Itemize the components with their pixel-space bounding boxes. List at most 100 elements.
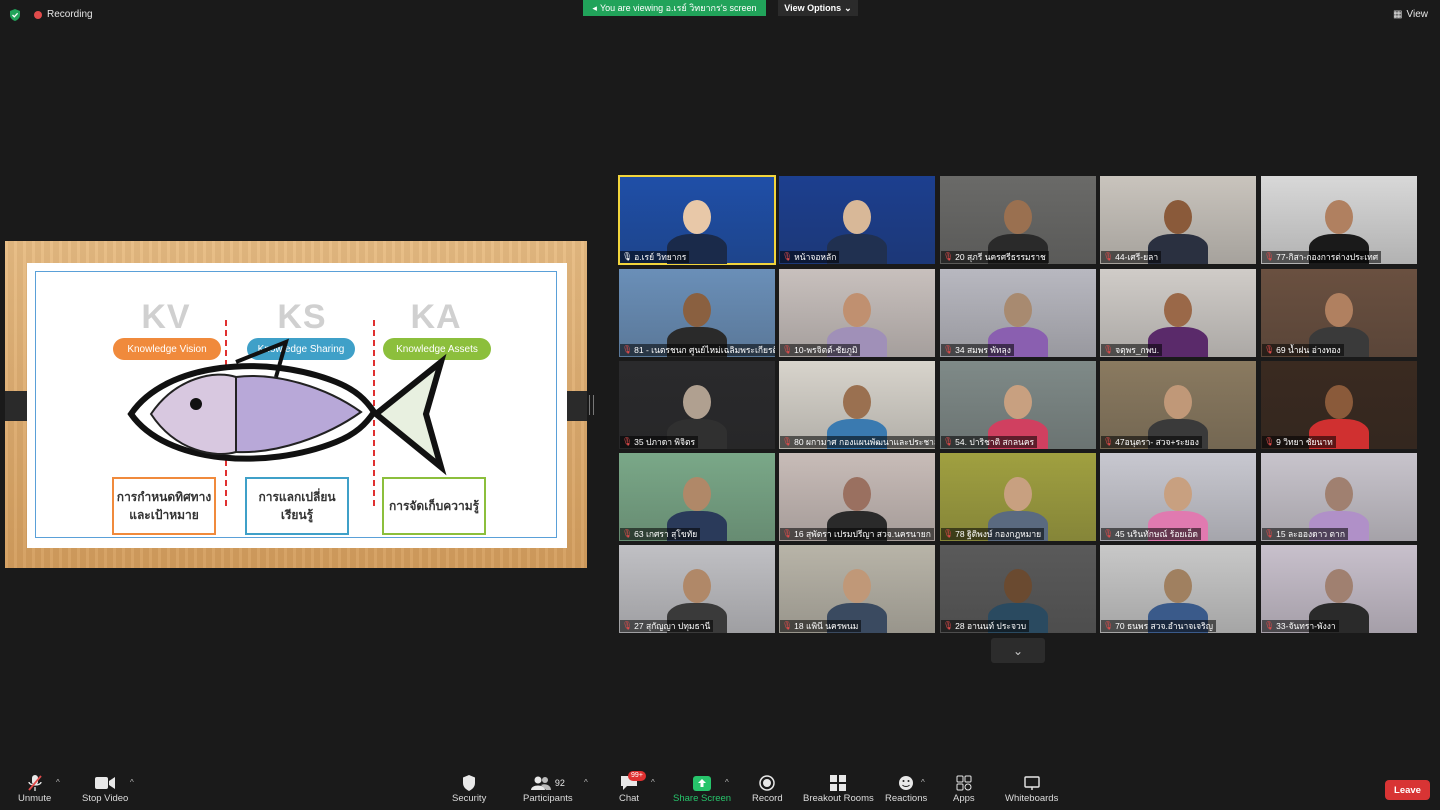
- viewing-screen-banner: ◂ You are viewing อ.เรย์ วิทยากร's scree…: [583, 0, 766, 16]
- participant-tile[interactable]: 🎙 18 แพินี นครพนม: [779, 545, 935, 633]
- breakout-rooms-button[interactable]: Breakout Rooms: [803, 773, 874, 804]
- kv-box: การกำหนดทิศทาง และเป้าหมาย: [112, 477, 216, 535]
- participant-name: จตุพร_กพบ.: [1115, 345, 1160, 355]
- meeting-toolbar: Unmute ^ Stop Video ^ Security 92 Partic…: [0, 765, 1440, 810]
- participant-tile[interactable]: 🎙 78 ฐิติพงษ์ กองกฎหมาย: [940, 453, 1096, 541]
- share-screen-button[interactable]: Share Screen: [673, 773, 731, 804]
- participant-name-tag: 🎙 81 - เนตรชนก ศูนย์ไหม่เฉลิมพระเกียรติฯ: [620, 344, 775, 356]
- participants-caret-icon[interactable]: ^: [584, 778, 588, 787]
- muted-mic-icon: 🎙: [1264, 345, 1275, 354]
- next-page-button[interactable]: ⌄: [991, 638, 1045, 663]
- participant-tile[interactable]: 🎙 44-เศรี-ยลา: [1100, 176, 1256, 264]
- recording-indicator[interactable]: Recording: [34, 9, 93, 20]
- muted-mic-icon: 🎙: [1264, 529, 1275, 538]
- participant-name: 28 อานนท์ ประจวบ: [955, 621, 1027, 631]
- participant-face: [1164, 477, 1192, 511]
- participant-tile[interactable]: 🎙 35 ปภาดา พิจิตร: [619, 361, 775, 449]
- audio-options-caret-icon[interactable]: ^: [56, 778, 60, 787]
- muted-mic-icon: 🎙: [1103, 345, 1114, 354]
- participant-name-tag: 🎙 45 นรินทักษณ์ ร้อยเอ็ด: [1101, 528, 1201, 540]
- leave-button[interactable]: Leave: [1385, 780, 1430, 800]
- participant-tile[interactable]: 🎙 16 สุพัตรา เปรมปรีญา สวจ.นครนายก: [779, 453, 935, 541]
- participant-tile[interactable]: 🎙 70 ธนพร สวจ.อำนาจเจริญ: [1100, 545, 1256, 633]
- video-options-caret-icon[interactable]: ^: [130, 778, 134, 787]
- chat-button[interactable]: 99+ Chat: [619, 771, 646, 804]
- participant-face: [1164, 569, 1192, 603]
- apps-button[interactable]: Apps: [953, 773, 975, 804]
- participant-face: [1004, 569, 1032, 603]
- video-camera-icon: [95, 773, 116, 793]
- participant-name: 63 เกศรา สุโขทัย: [634, 529, 698, 539]
- participant-tile[interactable]: 🎙 77-กิสา-กองการต่างประเทศ: [1261, 176, 1417, 264]
- participant-name: 77-กิสา-กองการต่างประเทศ: [1276, 252, 1379, 262]
- participant-name: 34 สมพร พัทลุง: [955, 345, 1011, 355]
- participant-tile[interactable]: 🎙 69 น้ำฝน อ่างทอง: [1261, 269, 1417, 357]
- whiteboards-label: Whiteboards: [1005, 793, 1059, 804]
- whiteboards-button[interactable]: Whiteboards: [1005, 773, 1058, 804]
- stop-video-label: Stop Video: [82, 793, 129, 804]
- participant-name-tag: 🎙 9 วิทยา ชัยนาท: [1262, 436, 1336, 448]
- security-shield-icon[interactable]: [9, 9, 21, 21]
- security-button[interactable]: Security: [452, 773, 486, 804]
- record-label: Record: [752, 793, 783, 804]
- recording-label: Recording: [47, 9, 93, 20]
- participant-tile[interactable]: 🎙 15 ละอองดาว ตาก: [1261, 453, 1417, 541]
- share-caret-icon[interactable]: ^: [725, 778, 729, 787]
- share-screen-icon: [693, 773, 712, 793]
- participants-button[interactable]: 92 Participants: [523, 773, 573, 804]
- participant-tile[interactable]: 🎙 33-จันทรา-พังงา: [1261, 545, 1417, 633]
- stop-video-button[interactable]: Stop Video: [82, 773, 128, 804]
- participant-name-tag: 🎙 18 แพินี นครพนม: [780, 620, 862, 632]
- reactions-caret-icon[interactable]: ^: [921, 778, 925, 787]
- chat-caret-icon[interactable]: ^: [651, 778, 655, 787]
- muted-mic-icon: 🎙: [622, 345, 633, 354]
- muted-mic-icon: 🎙: [1103, 437, 1114, 446]
- participant-tile[interactable]: 🎙 จตุพร_กพบ.: [1100, 269, 1256, 357]
- participant-name: 27 สุกัญญา ปทุมธานี: [634, 621, 711, 631]
- record-button[interactable]: Record: [752, 773, 783, 804]
- participant-tile[interactable]: 🎙 63 เกศรา สุโขทัย: [619, 453, 775, 541]
- share-screen-label: Share Screen: [673, 793, 732, 804]
- participant-name: 20 สุภรี นครศรีธรรมราช: [955, 252, 1046, 262]
- participant-tile[interactable]: 🎙 54. ปาริชาติ สกลนคร: [940, 361, 1096, 449]
- viewing-banner-text: You are viewing อ.เรย์ วิทยากร's screen: [599, 3, 757, 13]
- muted-mic-icon: 🎙: [622, 437, 633, 446]
- participant-tile[interactable]: 🎙 47อนุตรา- สวจ+ระยอง: [1100, 361, 1256, 449]
- participant-name: 54. ปาริชาติ สกลนคร: [955, 437, 1035, 447]
- participant-tile[interactable]: 🎙 10-พรจิตต์-ชัยภูมิ: [779, 269, 935, 357]
- apps-label: Apps: [953, 793, 975, 804]
- participant-name: 10-พรจิตต์-ชัยภูมิ: [794, 345, 858, 355]
- shared-screen: KV KS KA Knowledge Vision Knowledge Shar…: [5, 241, 587, 568]
- participant-tile[interactable]: 🎙 27 สุกัญญา ปทุมธานี: [619, 545, 775, 633]
- participant-tile[interactable]: 🎙 9 วิทยา ชัยนาท: [1261, 361, 1417, 449]
- muted-mic-icon: 🎙: [622, 529, 633, 538]
- participant-name: 44-เศรี-ยลา: [1115, 252, 1159, 262]
- participant-name-tag: 🎙 69 น้ำฝน อ่างทอง: [1262, 344, 1344, 356]
- muted-mic-icon: 🎙: [622, 621, 633, 630]
- muted-mic-icon: 🎙: [1103, 621, 1114, 630]
- muted-mic-icon: [27, 773, 43, 793]
- participant-face: [1164, 200, 1192, 234]
- participant-tile[interactable]: 🎙 81 - เนตรชนก ศูนย์ไหม่เฉลิมพระเกียรติฯ: [619, 269, 775, 357]
- participant-tile[interactable]: 🎙 อ.เรย์ วิทยากร: [618, 175, 776, 265]
- muted-mic-icon: 🎙: [1103, 252, 1114, 261]
- muted-mic-icon: 🎙: [782, 529, 793, 538]
- participants-icon: 92: [530, 773, 565, 793]
- participant-tile[interactable]: 🎙 45 นรินทักษณ์ ร้อยเอ็ด: [1100, 453, 1256, 541]
- view-options-button[interactable]: View Options ⌄: [778, 0, 858, 16]
- muted-mic-icon: 🎙: [943, 529, 954, 538]
- split-view-handle[interactable]: [589, 395, 594, 415]
- unmute-button[interactable]: Unmute: [18, 773, 51, 804]
- participant-tile[interactable]: 🎙 28 อานนท์ ประจวบ: [940, 545, 1096, 633]
- participant-tile[interactable]: 🎙 20 สุภรี นครศรีธรรมราช: [940, 176, 1096, 264]
- participant-face: [683, 385, 711, 419]
- speaker-icon: ◂: [592, 2, 597, 13]
- smiley-icon: [898, 773, 914, 793]
- view-button[interactable]: ▦ View: [1393, 9, 1428, 20]
- participant-tile[interactable]: 🎙80 ผกามาศ กองแผนพัฒนาและประชาสัมพันธ์: [779, 361, 935, 449]
- participant-tile[interactable]: 🎙 หน้าจอหลัก: [779, 176, 935, 264]
- participant-name-tag: 🎙 70 ธนพร สวจ.อำนาจเจริญ: [1101, 620, 1216, 632]
- top-bar: Recording ◂ You are viewing อ.เรย์ วิทยา…: [0, 0, 1440, 30]
- chat-label: Chat: [619, 793, 640, 804]
- participant-tile[interactable]: 🎙 34 สมพร พัทลุง: [940, 269, 1096, 357]
